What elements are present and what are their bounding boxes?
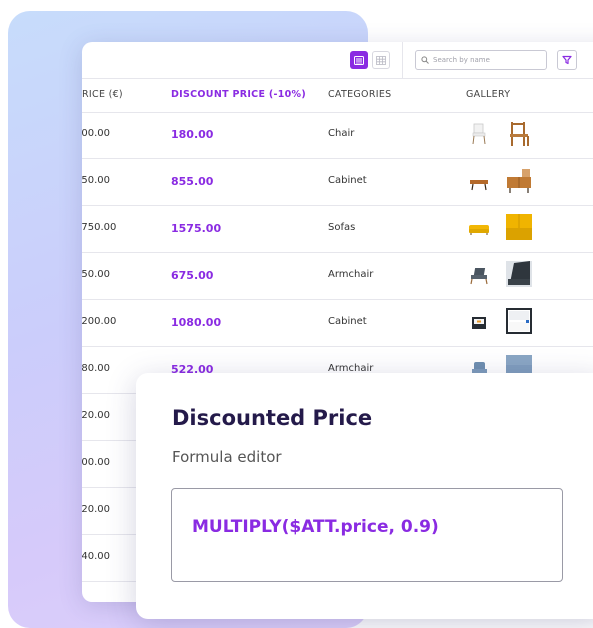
table-row[interactable]: 950.00 855.00 Cabinet bbox=[82, 159, 593, 206]
category-cell: Cabinet bbox=[328, 316, 367, 327]
price-cell: 1200.00 bbox=[82, 316, 117, 327]
category-cell: Cabinet bbox=[328, 175, 367, 186]
yellow-sofa-detail-thumbnail[interactable] bbox=[504, 212, 534, 242]
price-cell: 540.00 bbox=[82, 551, 110, 562]
search-icon bbox=[421, 56, 429, 64]
white-chair-thumbnail[interactable] bbox=[468, 122, 490, 146]
price-cell: 1750.00 bbox=[82, 222, 117, 233]
column-header-price[interactable]: PRICE (€) bbox=[82, 89, 123, 100]
discount-price-cell: 1575.00 bbox=[171, 222, 222, 235]
dark-cabinet-thumbnail[interactable] bbox=[468, 310, 490, 334]
category-cell: Chair bbox=[328, 128, 355, 139]
column-header-discount-price[interactable]: DISCOUNT PRICE (-10%) bbox=[171, 89, 306, 100]
column-header-gallery[interactable]: GALLERY bbox=[466, 89, 510, 100]
grid-view-button[interactable] bbox=[372, 51, 390, 69]
discount-price-cell: 1080.00 bbox=[171, 316, 222, 329]
wooden-cabinet-thumbnail[interactable] bbox=[504, 165, 534, 195]
price-cell: 950.00 bbox=[82, 175, 110, 186]
price-cell: 200.00 bbox=[82, 457, 110, 468]
table-row[interactable]: 1750.00 1575.00 Sofas bbox=[82, 206, 593, 253]
search-input[interactable] bbox=[433, 56, 533, 64]
column-header-categories[interactable]: CATEGORIES bbox=[328, 89, 391, 100]
white-cabinet-thumbnail[interactable] bbox=[504, 306, 534, 336]
table-header-row: PRICE (€) DISCOUNT PRICE (-10%) CATEGORI… bbox=[82, 78, 593, 113]
dark-armchair-thumbnail[interactable] bbox=[504, 259, 534, 289]
formula-subtitle: Formula editor bbox=[172, 448, 282, 466]
price-cell: 750.00 bbox=[82, 269, 110, 280]
category-cell: Sofas bbox=[328, 222, 356, 233]
formula-title: Discounted Price bbox=[172, 406, 373, 430]
discount-price-cell: 675.00 bbox=[171, 269, 214, 282]
filter-button[interactable] bbox=[557, 50, 577, 70]
wooden-chair-thumbnail[interactable] bbox=[504, 118, 534, 148]
table-row[interactable]: 1200.00 1080.00 Cabinet bbox=[82, 300, 593, 347]
table-row[interactable]: 750.00 675.00 Armchair bbox=[82, 253, 593, 300]
discount-price-cell: 180.00 bbox=[171, 128, 214, 141]
filter-icon bbox=[562, 55, 572, 65]
list-view-button[interactable] bbox=[350, 51, 368, 69]
table-toolbar bbox=[82, 42, 593, 79]
formula-input-box[interactable]: MULTIPLY($ATT.price, 0.9) bbox=[171, 488, 563, 582]
category-cell: Armchair bbox=[328, 269, 374, 280]
grey-armchair-thumbnail[interactable] bbox=[468, 263, 490, 287]
discount-price-cell: 855.00 bbox=[171, 175, 214, 188]
view-toggle bbox=[350, 51, 390, 69]
price-cell: 580.00 bbox=[82, 363, 110, 374]
list-view-icon bbox=[354, 55, 364, 65]
wooden-bench-thumbnail[interactable] bbox=[468, 169, 490, 193]
grid-view-icon bbox=[376, 55, 386, 65]
formula-editor-card: Discounted Price Formula editor MULTIPLY… bbox=[136, 373, 593, 619]
price-cell: 200.00 bbox=[82, 128, 110, 139]
search-box[interactable] bbox=[415, 50, 547, 70]
price-cell: 320.00 bbox=[82, 504, 110, 515]
yellow-sofa-thumbnail[interactable] bbox=[468, 216, 490, 240]
price-cell: 120.00 bbox=[82, 410, 110, 421]
formula-expression[interactable]: MULTIPLY($ATT.price, 0.9) bbox=[192, 517, 439, 537]
toolbar-divider bbox=[402, 42, 403, 78]
table-row[interactable]: 200.00 180.00 Chair bbox=[82, 112, 593, 159]
